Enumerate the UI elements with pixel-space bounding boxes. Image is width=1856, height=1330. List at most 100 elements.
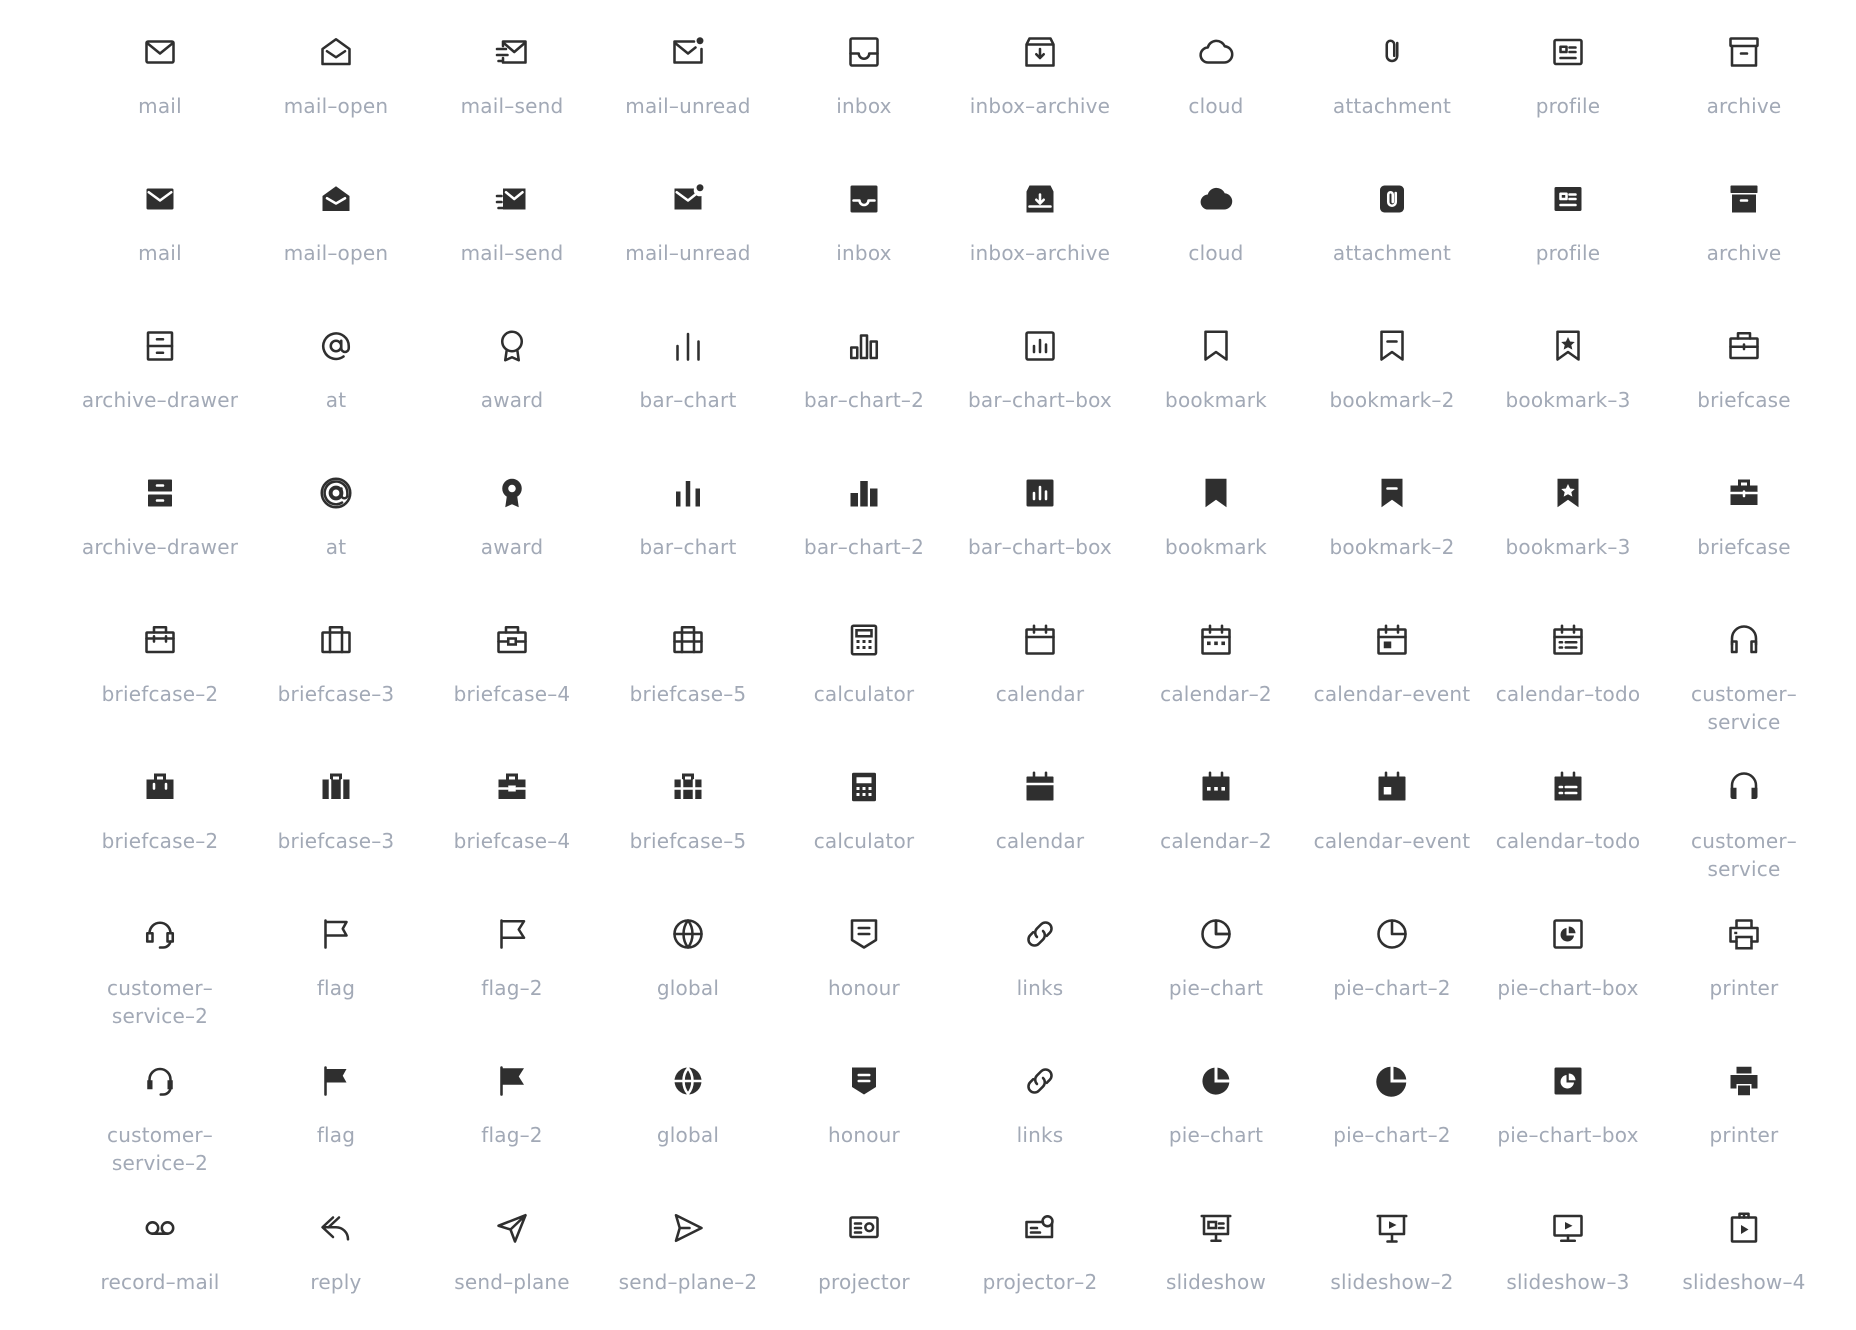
- icon-tile-bookmark-2[interactable]: bookmark–2: [1304, 455, 1480, 595]
- icon-tile-briefcase[interactable]: briefcase: [1656, 455, 1832, 595]
- icon-tile-pie-chart[interactable]: pie–chart: [1128, 1043, 1304, 1183]
- icon-tile-award[interactable]: award: [424, 455, 600, 595]
- icon-tile-bar-chart[interactable]: bar–chart: [600, 308, 776, 448]
- icon-tile-at[interactable]: at: [248, 308, 424, 448]
- icon-tile-attachment[interactable]: attachment: [1304, 161, 1480, 301]
- icon-tile-bookmark-3[interactable]: bookmark–3: [1480, 308, 1656, 448]
- icon-tile-briefcase-5[interactable]: briefcase–5: [600, 602, 776, 742]
- icon-tile-flag-2[interactable]: flag–2: [424, 1043, 600, 1183]
- icon-tile-mail[interactable]: mail: [72, 161, 248, 301]
- icon-tile-slideshow-3[interactable]: slideshow–3: [1480, 1190, 1656, 1330]
- icon-tile-customer-service[interactable]: customer–service: [1656, 602, 1832, 742]
- icon-tile-briefcase-5[interactable]: briefcase–5: [600, 749, 776, 889]
- icon-tile-briefcase-3[interactable]: briefcase–3: [248, 749, 424, 889]
- icon-tile-cloud[interactable]: cloud: [1128, 161, 1304, 301]
- icon-tile-flag-2[interactable]: flag–2: [424, 896, 600, 1036]
- icon-tile-links[interactable]: links: [952, 896, 1128, 1036]
- icon-tile-bookmark-2[interactable]: bookmark–2: [1304, 308, 1480, 448]
- icon-tile-bar-chart[interactable]: bar–chart: [600, 455, 776, 595]
- icon-tile-bar-chart-box[interactable]: bar–chart–box: [952, 455, 1128, 595]
- icon-tile-archive-drawer[interactable]: archive–drawer: [72, 455, 248, 595]
- icon-tile-profile[interactable]: profile: [1480, 14, 1656, 154]
- icon-tile-calendar[interactable]: calendar: [952, 602, 1128, 742]
- icon-tile-calendar-event[interactable]: calendar–event: [1304, 602, 1480, 742]
- icon-tile-award[interactable]: award: [424, 308, 600, 448]
- icon-tile-briefcase-3[interactable]: briefcase–3: [248, 602, 424, 742]
- icon-tile-briefcase[interactable]: briefcase: [1656, 308, 1832, 448]
- icon-tile-cloud[interactable]: cloud: [1128, 14, 1304, 154]
- icon-tile-customer-service-2[interactable]: customer– service–2: [72, 896, 248, 1036]
- icon-tile-archive[interactable]: archive: [1656, 14, 1832, 154]
- icon-label: slideshow: [1165, 1270, 1267, 1294]
- icon-tile-briefcase-2[interactable]: briefcase–2: [72, 749, 248, 889]
- icon-tile-inbox-archive[interactable]: inbox–archive: [952, 161, 1128, 301]
- icon-tile-bar-chart-2[interactable]: bar–chart–2: [776, 455, 952, 595]
- icon-tile-projector-2[interactable]: projector–2: [952, 1190, 1128, 1330]
- icon-tile-calendar-todo[interactable]: calendar–todo: [1480, 602, 1656, 742]
- icon-tile-attachment[interactable]: attachment: [1304, 14, 1480, 154]
- icon-label: reply: [310, 1270, 362, 1294]
- icon-tile-calendar-2[interactable]: calendar–2: [1128, 602, 1304, 742]
- icon-tile-archive-drawer[interactable]: archive–drawer: [72, 308, 248, 448]
- icon-tile-mail-send[interactable]: mail–send: [424, 161, 600, 301]
- icon-tile-slideshow[interactable]: slideshow: [1128, 1190, 1304, 1330]
- icon-tile-archive[interactable]: archive: [1656, 161, 1832, 301]
- icon-tile-send-plane-2[interactable]: send–plane–2: [600, 1190, 776, 1330]
- icon-tile-global[interactable]: global: [600, 896, 776, 1036]
- icon-tile-bookmark[interactable]: bookmark: [1128, 455, 1304, 595]
- icon-tile-briefcase-4[interactable]: briefcase–4: [424, 602, 600, 742]
- icon-tile-send-plane[interactable]: send–plane: [424, 1190, 600, 1330]
- icon-tile-printer[interactable]: printer: [1656, 896, 1832, 1036]
- icon-tile-mail-send[interactable]: mail–send: [424, 14, 600, 154]
- icon-label: projector: [818, 1270, 910, 1294]
- icon-tile-reply[interactable]: reply: [248, 1190, 424, 1330]
- icon-tile-mail-unread[interactable]: mail–unread: [600, 161, 776, 301]
- icon-tile-calendar[interactable]: calendar: [952, 749, 1128, 889]
- icon-tile-flag[interactable]: flag: [248, 1043, 424, 1183]
- icon-tile-pie-chart-2[interactable]: pie–chart–2: [1304, 896, 1480, 1036]
- icon-tile-briefcase-4[interactable]: briefcase–4: [424, 749, 600, 889]
- icon-tile-record-mail[interactable]: record–mail: [72, 1190, 248, 1330]
- icon-tile-pie-chart-box[interactable]: pie–chart–box: [1480, 896, 1656, 1036]
- icon-tile-bookmark-3[interactable]: bookmark–3: [1480, 455, 1656, 595]
- icon-tile-slideshow-4[interactable]: slideshow–4: [1656, 1190, 1832, 1330]
- icon-tile-at[interactable]: at: [248, 455, 424, 595]
- icon-tile-profile[interactable]: profile: [1480, 161, 1656, 301]
- icon-tile-inbox-archive[interactable]: inbox–archive: [952, 14, 1128, 154]
- icon-tile-bar-chart-box[interactable]: bar–chart–box: [952, 308, 1128, 448]
- icon-tile-honour[interactable]: honour: [776, 1043, 952, 1183]
- icon-tile-bar-chart-2[interactable]: bar–chart–2: [776, 308, 952, 448]
- icon-label: pie–chart: [1168, 1123, 1264, 1147]
- icon-tile-mail[interactable]: mail: [72, 14, 248, 154]
- calendar-icon: [1025, 624, 1055, 655]
- icon-tile-customer-service-2[interactable]: customer– service–2: [72, 1043, 248, 1183]
- bar-chart-box-icon: [1026, 479, 1054, 507]
- icon-tile-pie-chart-box[interactable]: pie–chart–box: [1480, 1043, 1656, 1183]
- icon-tile-calculator[interactable]: calculator: [776, 602, 952, 742]
- icon-tile-flag[interactable]: flag: [248, 896, 424, 1036]
- icon-tile-calculator[interactable]: calculator: [776, 749, 952, 889]
- mail-unread-icon: [673, 37, 704, 64]
- pie-chart-2-icon: [1376, 1066, 1407, 1097]
- icon-tile-calendar-2[interactable]: calendar–2: [1128, 749, 1304, 889]
- icon-label: bar–chart–box: [968, 388, 1112, 412]
- icon-tile-briefcase-2[interactable]: briefcase–2: [72, 602, 248, 742]
- icon-tile-mail-open[interactable]: mail–open: [248, 14, 424, 154]
- icon-tile-projector[interactable]: projector: [776, 1190, 952, 1330]
- icon-tile-global[interactable]: global: [600, 1043, 776, 1183]
- icon-tile-inbox[interactable]: inbox: [776, 14, 952, 154]
- icon-tile-pie-chart-2[interactable]: pie–chart–2: [1304, 1043, 1480, 1183]
- icon-tile-mail-unread[interactable]: mail–unread: [600, 14, 776, 154]
- icon-tile-mail-open[interactable]: mail–open: [248, 161, 424, 301]
- inbox-icon: [849, 37, 879, 67]
- icon-tile-customer-service[interactable]: customer–service: [1656, 749, 1832, 889]
- icon-tile-printer[interactable]: printer: [1656, 1043, 1832, 1183]
- icon-tile-slideshow-2[interactable]: slideshow–2: [1304, 1190, 1480, 1330]
- icon-tile-inbox[interactable]: inbox: [776, 161, 952, 301]
- icon-tile-honour[interactable]: honour: [776, 896, 952, 1036]
- icon-tile-pie-chart[interactable]: pie–chart: [1128, 896, 1304, 1036]
- icon-tile-links[interactable]: links: [952, 1043, 1128, 1183]
- icon-tile-calendar-todo[interactable]: calendar–todo: [1480, 749, 1656, 889]
- icon-tile-calendar-event[interactable]: calendar–event: [1304, 749, 1480, 889]
- icon-tile-bookmark[interactable]: bookmark: [1128, 308, 1304, 448]
